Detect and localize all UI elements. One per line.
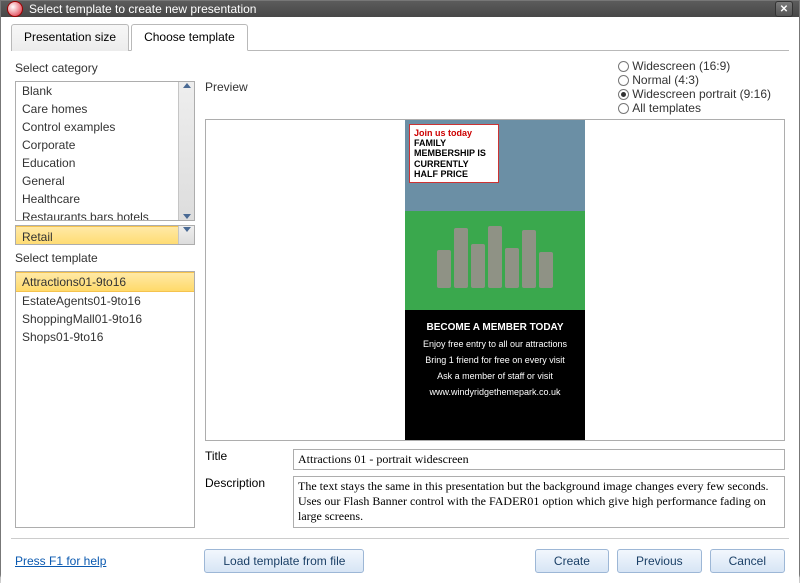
template-poster: Join us today FAMILY MEMBERSHIP IS CURRE… — [405, 120, 585, 440]
template-listbox[interactable]: Attractions01-9to16EstateAgents01-9to16S… — [15, 271, 195, 528]
help-link[interactable]: Press F1 for help — [15, 554, 106, 568]
aspect-ratio-radio[interactable]: Normal (4:3) — [618, 73, 771, 87]
titlebar: Select template to create new presentati… — [1, 1, 799, 17]
poster-graphic — [405, 218, 585, 288]
poster-line: Enjoy free entry to all our attractions — [411, 339, 579, 349]
title-label: Title — [205, 449, 283, 463]
app-icon — [7, 1, 23, 17]
radio-label: Widescreen portrait (9:16) — [632, 87, 771, 101]
poster-line: Bring 1 friend for free on every visit — [411, 355, 579, 365]
poster-callout: Join us today FAMILY MEMBERSHIP IS CURRE… — [409, 124, 499, 183]
category-listbox[interactable]: BlankCare homesControl examplesCorporate… — [15, 81, 195, 221]
close-button[interactable]: ✕ — [775, 1, 793, 17]
template-item[interactable]: Shops01-9to16 — [16, 328, 194, 346]
poster-line: Ask a member of staff or visit — [411, 371, 579, 381]
aspect-ratio-radio[interactable]: All templates — [618, 101, 771, 115]
footer: Press F1 for help Load template from fil… — [11, 538, 789, 577]
preview-pane: Join us today FAMILY MEMBERSHIP IS CURRE… — [205, 119, 785, 441]
aspect-ratio-radio[interactable]: Widescreen portrait (9:16) — [618, 87, 771, 101]
create-button[interactable]: Create — [535, 549, 609, 573]
scroll-down-icon[interactable] — [183, 214, 191, 219]
description-label: Description — [205, 476, 283, 490]
template-item[interactable]: ShoppingMall01-9to16 — [16, 310, 194, 328]
category-dropdown[interactable]: Retail — [15, 225, 195, 245]
callout-red: Join us today — [414, 128, 494, 138]
scrollbar[interactable] — [178, 82, 194, 220]
category-item[interactable]: Blank — [16, 82, 178, 100]
poster-line: www.windyridgethemepark.co.uk — [411, 387, 579, 397]
poster-headline: BECOME A MEMBER TODAY — [411, 322, 579, 333]
radio-label: All templates — [632, 101, 701, 115]
previous-button[interactable]: Previous — [617, 549, 702, 573]
tab-presentation-size[interactable]: Presentation size — [11, 24, 129, 51]
category-item[interactable]: Corporate — [16, 136, 178, 154]
category-selected[interactable]: Retail — [16, 226, 178, 244]
template-item[interactable]: EstateAgents01-9to16 — [16, 292, 194, 310]
preview-options: Preview Widescreen (16:9)Normal (4:3)Wid… — [205, 59, 785, 115]
radio-icon — [618, 103, 629, 114]
select-category-label: Select category — [15, 61, 195, 75]
radio-label: Widescreen (16:9) — [632, 59, 730, 73]
template-item[interactable]: Attractions01-9to16 — [16, 272, 194, 292]
radio-icon — [618, 75, 629, 86]
category-item[interactable]: Education — [16, 154, 178, 172]
category-item[interactable]: General — [16, 172, 178, 190]
select-template-label: Select template — [15, 251, 195, 265]
category-item[interactable]: Care homes — [16, 100, 178, 118]
preview-label: Preview — [205, 80, 265, 94]
load-template-button[interactable]: Load template from file — [204, 549, 364, 573]
radio-icon — [618, 61, 629, 72]
scroll-up-icon[interactable] — [183, 83, 191, 88]
aspect-ratio-radio[interactable]: Widescreen (16:9) — [618, 59, 771, 73]
category-item[interactable]: Restaurants bars hotels — [16, 208, 178, 220]
tab-strip: Presentation size Choose template — [11, 23, 789, 51]
tab-choose-template[interactable]: Choose template — [131, 24, 248, 51]
title-input[interactable] — [293, 449, 785, 470]
cancel-button[interactable]: Cancel — [710, 549, 785, 573]
category-item[interactable]: Healthcare — [16, 190, 178, 208]
callout-bold: FAMILY MEMBERSHIP IS CURRENTLY HALF PRIC… — [414, 138, 494, 179]
window-title: Select template to create new presentati… — [29, 2, 256, 16]
description-textarea[interactable] — [293, 476, 785, 528]
chevron-down-icon[interactable] — [183, 227, 191, 232]
radio-icon — [618, 89, 629, 100]
dialog: Select template to create new presentati… — [0, 0, 800, 580]
radio-label: Normal (4:3) — [632, 73, 699, 87]
category-item[interactable]: Control examples — [16, 118, 178, 136]
